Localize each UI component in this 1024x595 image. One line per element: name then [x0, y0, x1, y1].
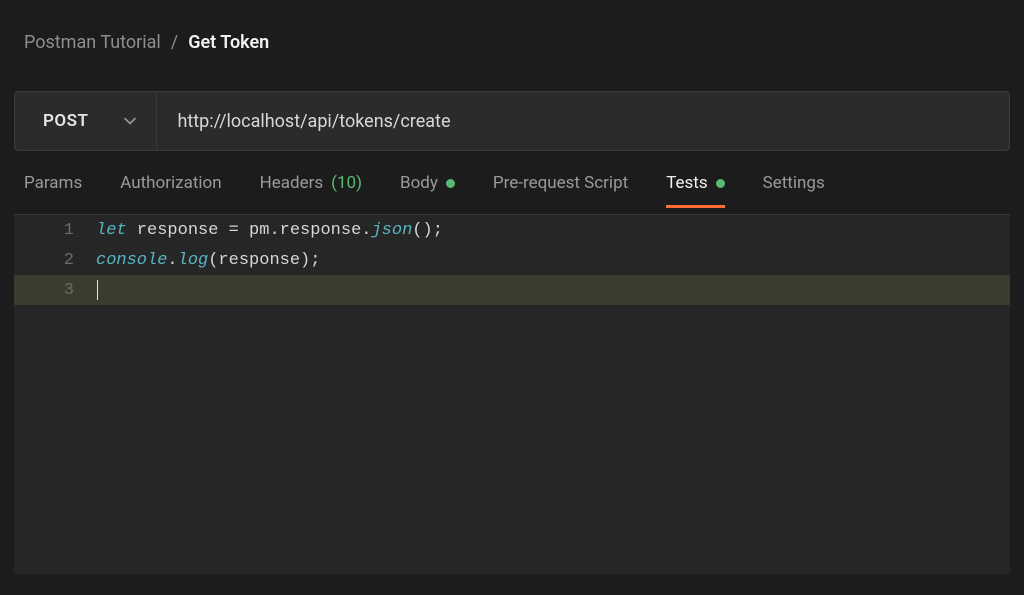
breadcrumb-folder[interactable]: Postman Tutorial — [24, 32, 161, 53]
breadcrumb-separator: / — [171, 32, 178, 53]
tab-params-label: Params — [24, 173, 82, 193]
tab-settings-label: Settings — [763, 173, 825, 193]
method-dropdown[interactable]: POST — [15, 92, 157, 150]
breadcrumb: Postman Tutorial / Get Token — [0, 0, 1024, 71]
tab-body[interactable]: Body — [400, 173, 455, 208]
code-content: let response = pm.response.json(); — [96, 221, 443, 240]
tab-headers-label: Headers — [260, 173, 324, 193]
code-content: console.log(response); — [96, 251, 320, 270]
url-text: http://localhost/api/tokens/create — [177, 111, 450, 132]
status-dot-icon — [716, 179, 725, 188]
tab-body-label: Body — [400, 173, 438, 193]
tab-prerequest[interactable]: Pre-request Script — [493, 173, 628, 208]
tab-settings[interactable]: Settings — [763, 173, 825, 208]
request-tabs: Params Authorization Headers (10) Body P… — [0, 151, 1024, 208]
tab-params[interactable]: Params — [24, 173, 82, 208]
breadcrumb-title[interactable]: Get Token — [188, 32, 269, 53]
line-number: 2 — [14, 251, 96, 270]
tab-prerequest-label: Pre-request Script — [493, 173, 628, 193]
tab-tests-label: Tests — [666, 173, 707, 193]
tab-headers[interactable]: Headers (10) — [260, 173, 362, 208]
line-number: 3 — [14, 281, 96, 300]
tab-tests[interactable]: Tests — [666, 173, 724, 208]
status-dot-icon — [446, 179, 455, 188]
editor-line[interactable]: 3 — [14, 275, 1010, 305]
line-number: 1 — [14, 221, 96, 240]
url-input[interactable]: http://localhost/api/tokens/create — [157, 92, 1009, 150]
request-bar: POST http://localhost/api/tokens/create — [14, 91, 1010, 151]
tab-authorization-label: Authorization — [120, 173, 221, 193]
text-cursor — [97, 280, 98, 300]
chevron-down-icon — [124, 115, 136, 127]
editor-line[interactable]: 2console.log(response); — [14, 245, 1010, 275]
method-label: POST — [43, 111, 88, 131]
code-editor[interactable]: 1let response = pm.response.json();2cons… — [14, 214, 1010, 574]
tab-headers-count: (10) — [331, 173, 362, 193]
editor-line[interactable]: 1let response = pm.response.json(); — [14, 215, 1010, 245]
tab-authorization[interactable]: Authorization — [120, 173, 221, 208]
code-content — [96, 280, 98, 300]
